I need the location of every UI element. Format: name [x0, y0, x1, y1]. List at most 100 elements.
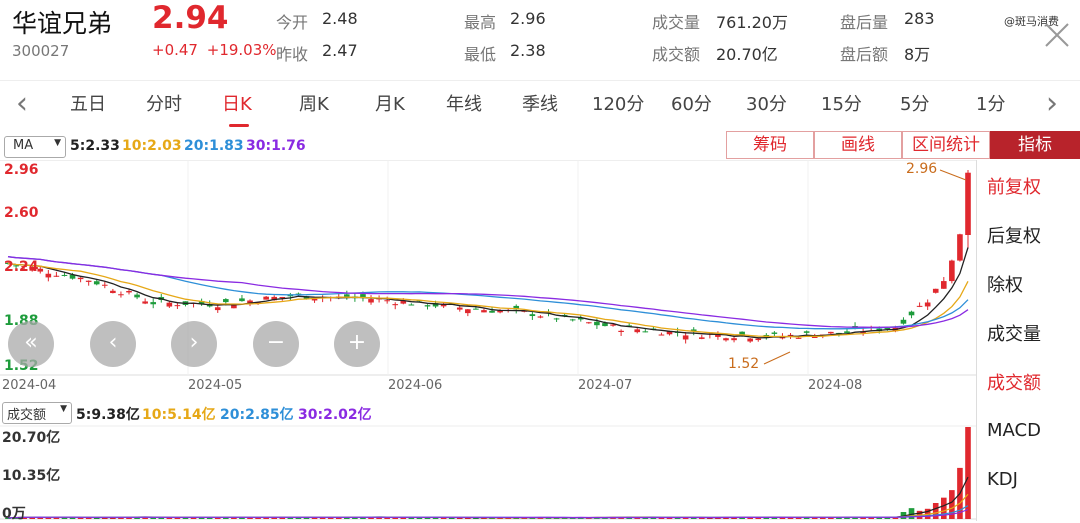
candle-body [456, 307, 463, 310]
candle-body [537, 316, 544, 318]
candle-body [102, 284, 108, 286]
kline-chart[interactable] [0, 160, 976, 521]
high-leader-line [939, 169, 967, 181]
tab-5day[interactable]: 五日 [70, 90, 106, 116]
candle-body [828, 331, 834, 334]
volume-option[interactable]: 成交量 [987, 320, 1041, 346]
candle-body [795, 337, 802, 339]
draw-line-button[interactable]: 画线 [814, 131, 902, 159]
candle-body [924, 302, 931, 307]
tab-30min[interactable]: 30分 [746, 90, 787, 116]
candle-body [110, 290, 116, 294]
dropdown-icon: ▼ [54, 138, 61, 148]
pan-left-button[interactable]: ‹ [90, 321, 136, 367]
forward-adjust-option[interactable]: 前复权 [987, 173, 1041, 199]
change-pct: +19.03% [206, 41, 277, 59]
after-hours-amount-label: 盘后额 [840, 45, 889, 64]
candle-body [279, 296, 286, 298]
candle-body [940, 281, 947, 289]
volume-indicator-select[interactable]: 成交额 ▼ [2, 402, 72, 424]
candle-body [473, 308, 479, 310]
turnover-value: 20.70亿 [716, 45, 778, 64]
tab-quarterly[interactable]: 季线 [522, 90, 558, 116]
ma-select-label: MA [13, 138, 34, 153]
pan-right-button[interactable]: › [171, 321, 217, 367]
low-leader-line [763, 351, 791, 365]
candle-body [755, 338, 762, 341]
candle-body [384, 300, 390, 302]
stock-name: 华谊兄弟 [12, 9, 113, 38]
tab-15min[interactable]: 15分 [821, 90, 862, 116]
range-stats-button[interactable]: 区间统计 [902, 131, 990, 159]
vol-ma20-line [7, 505, 969, 519]
candlesticks [5, 170, 971, 344]
tab-monthly-k[interactable]: 月K [375, 90, 405, 116]
x-label-may: 2024-05 [188, 378, 243, 393]
ma5-line [7, 247, 969, 339]
macd-option[interactable]: MACD [987, 420, 1041, 441]
y-label-3: 2.24 [4, 259, 39, 275]
rewind-button[interactable]: « [8, 321, 54, 367]
candle-body [594, 321, 600, 326]
kdj-option[interactable]: KDJ [987, 469, 1018, 490]
candle-body [223, 299, 229, 303]
candle-body [908, 311, 915, 316]
candle-body [239, 298, 245, 302]
zoom-in-button[interactable]: + [334, 321, 380, 367]
close-button[interactable] [1040, 18, 1074, 52]
candle-body [368, 299, 374, 303]
tab-daily-k[interactable]: 日K [222, 90, 252, 116]
prev-close-label: 昨收 [276, 45, 309, 64]
volume-bar [416, 517, 423, 519]
candle-body [166, 302, 173, 307]
tab-weekly-k[interactable]: 周K [299, 90, 329, 116]
low-value: 2.38 [510, 41, 546, 60]
tab-120min[interactable]: 120分 [592, 90, 644, 116]
candle-body [634, 329, 641, 333]
indicator-button[interactable]: 指标 [990, 131, 1080, 159]
vol-y-mid: 10.35亿 [2, 468, 61, 484]
volume-bar [239, 517, 245, 519]
price-change: +0.47 +19.03% [152, 41, 277, 59]
tab-yearly[interactable]: 年线 [446, 90, 482, 116]
ex-rights-option[interactable]: 除权 [987, 271, 1023, 297]
low-label: 最低 [464, 45, 497, 64]
zoom-out-button[interactable]: − [253, 321, 299, 367]
turnover-option[interactable]: 成交额 [987, 369, 1041, 395]
turnover-label: 成交额 [652, 45, 701, 64]
candle-body [900, 319, 907, 324]
candle-body [134, 294, 140, 298]
double-chevron-left-icon: « [24, 330, 38, 355]
candle-body [949, 260, 955, 282]
y-label-high: 2.96 [4, 162, 39, 178]
chips-button[interactable]: 筹码 [726, 131, 814, 159]
candle-body [682, 335, 689, 340]
tab-1min[interactable]: 1分 [976, 90, 1005, 116]
candle-body [53, 275, 60, 277]
x-label-jun: 2024-06 [388, 378, 443, 393]
volume-bar [852, 517, 858, 519]
candle-body [771, 332, 778, 334]
candle-body [489, 310, 495, 313]
candle-body [884, 327, 891, 330]
tab-60min[interactable]: 60分 [671, 90, 712, 116]
ma30-value: 30:1.76 [246, 138, 306, 154]
right-panel: 前复权 后复权 除权 成交量 成交额 MACD KDJ [976, 160, 1080, 521]
open-value: 2.48 [322, 9, 358, 28]
tab-intraday[interactable]: 分时 [146, 90, 182, 116]
candle-body [150, 302, 157, 305]
tab-5min[interactable]: 5分 [900, 90, 929, 116]
change-abs: +0.47 [152, 41, 198, 59]
tabs-next-arrow-icon[interactable]: › [1046, 86, 1058, 121]
active-tab-indicator [229, 124, 249, 127]
high-value: 2.96 [510, 9, 546, 28]
ma-select[interactable]: MA ▼ [4, 136, 66, 158]
backward-adjust-option[interactable]: 后复权 [987, 222, 1041, 248]
volume-bar [932, 503, 939, 519]
volume-bar [860, 517, 866, 519]
candle-body [803, 331, 810, 333]
candle-body [174, 305, 181, 307]
volume-label: 成交量 [652, 13, 701, 32]
volume-select-label: 成交额 [7, 408, 47, 423]
x-label-jul: 2024-07 [578, 378, 633, 393]
